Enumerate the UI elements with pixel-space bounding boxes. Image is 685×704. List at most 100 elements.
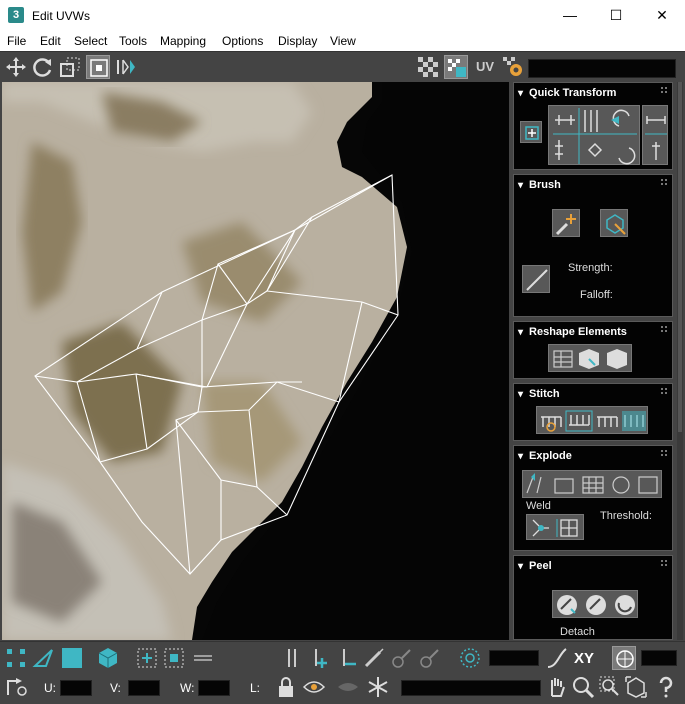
pin-icon[interactable] [280,646,304,670]
grip-icon[interactable] [661,450,667,458]
world-coords-icon[interactable] [612,646,636,670]
checker-icon[interactable] [416,55,440,79]
shrink-select-icon[interactable] [162,646,186,670]
window-title: Edit UVWs [32,9,91,23]
selection-toolbar: XY [0,641,685,673]
pan-icon[interactable] [545,675,569,699]
pivot-icon[interactable] [520,121,542,143]
explode-title[interactable]: Explode [518,450,572,462]
falloff-type-icon[interactable] [545,646,569,670]
menu-bar: File Edit Select Tools Mapping Options D… [0,31,685,51]
soft-select-icon[interactable] [458,646,482,670]
falloff-label: Falloff: [580,289,613,301]
paint-move-icon[interactable] [552,209,580,237]
polygon-select-icon[interactable] [60,646,84,670]
uv-toggle-icon[interactable]: UV [473,55,497,79]
loop-ring-icons[interactable] [192,646,272,670]
status-dropdown[interactable] [401,680,541,696]
soft-select-value[interactable] [489,650,539,666]
falloff-curve-icon[interactable] [522,265,550,293]
grip-icon[interactable] [661,560,667,568]
threshold-label: Threshold: [600,510,652,522]
menu-options[interactable]: Options [222,34,263,48]
paint-select-icon[interactable] [362,646,386,670]
edit-uvws-window: 3 Edit UVWs — ☐ ✕ File Edit Select Tools… [0,0,685,703]
move-icon[interactable] [4,55,28,79]
coords-value[interactable] [641,650,677,666]
stitch-title[interactable]: Stitch [518,388,560,400]
menu-select[interactable]: Select [74,34,107,48]
scale-icon[interactable] [58,55,82,79]
relax-brush-icon[interactable] [600,209,628,237]
strength-label: Strength: [568,262,613,274]
show-hidden-icon[interactable] [302,675,326,699]
menu-edit[interactable]: Edit [40,34,61,48]
grip-icon[interactable] [661,179,667,187]
brush-add-icon[interactable] [390,646,414,670]
zoom-extents-icon[interactable] [624,675,648,699]
quick-transform-title[interactable]: Quick Transform [518,87,616,99]
freeze-icon[interactable] [366,675,390,699]
rollout-stitch: Stitch [513,383,673,441]
toolbar-dropdown[interactable] [528,59,676,78]
l-label: L: [250,681,261,695]
peel-buttons-group [552,590,638,618]
panel-scrollbar[interactable] [677,82,683,640]
menu-mapping[interactable]: Mapping [160,34,206,48]
w-label: W: [180,681,195,695]
minimize-button[interactable]: — [547,0,593,31]
vertex-select-icon[interactable] [4,646,28,670]
v-value[interactable] [128,680,160,696]
reshape-elements-title[interactable]: Reshape Elements [518,326,627,338]
zoom-region-icon[interactable] [598,675,622,699]
close-button[interactable]: ✕ [639,0,685,31]
rotate-icon[interactable] [31,55,55,79]
weld-buttons-group [526,514,584,540]
pin-add-icon[interactable] [308,646,332,670]
uv-editor-viewport[interactable] [2,82,509,640]
xy-axis-label[interactable]: XY [574,650,594,667]
stitch-buttons-group [536,406,648,434]
align-buttons-group [548,105,640,165]
texture-map [2,82,509,640]
brush-title[interactable]: Brush [518,179,561,191]
menu-display[interactable]: Display [278,34,317,48]
grip-icon[interactable] [661,326,667,334]
hide-icon[interactable] [336,675,360,699]
w-value[interactable] [198,680,230,696]
menu-view[interactable]: View [330,34,356,48]
grow-select-icon[interactable] [135,646,159,670]
rollout-quick-transform: Quick Transform [513,82,673,170]
reshape-buttons-group [548,344,632,372]
freeform-icon[interactable] [86,55,110,79]
edge-select-icon[interactable] [32,646,56,670]
scrollbar-thumb[interactable] [678,82,682,432]
grip-icon[interactable] [661,87,667,95]
status-bar: U: V: W: L: [0,673,685,703]
grip-icon[interactable] [661,388,667,396]
texture-icon[interactable] [444,55,468,79]
settings-icon[interactable] [501,55,525,79]
u-value[interactable] [60,680,92,696]
main-toolbar: UV [0,51,685,82]
element-select-icon[interactable] [96,646,120,670]
rollout-peel: Peel Detach [513,555,673,640]
pin-remove-icon[interactable] [336,646,360,670]
uv-canvas[interactable] [2,82,509,640]
zoom-icon[interactable] [571,675,595,699]
help-icon[interactable] [654,675,678,699]
rollout-explode: Explode Weld Threshold: [513,445,673,551]
tools-panel: Quick Transform [510,82,678,640]
app-icon: 3 [8,7,24,23]
rollout-brush: Brush Strength: Falloff: [513,174,673,317]
menu-tools[interactable]: Tools [119,34,147,48]
lock-icon[interactable] [274,675,298,699]
peel-title[interactable]: Peel [518,560,552,572]
space-buttons-group [642,105,668,165]
absolute-mode-icon[interactable] [4,675,28,699]
menu-file[interactable]: File [7,34,26,48]
mirror-icon[interactable] [114,55,138,79]
maximize-button[interactable]: ☐ [593,0,639,31]
brush-remove-icon[interactable] [418,646,442,670]
u-label: U: [44,681,56,695]
